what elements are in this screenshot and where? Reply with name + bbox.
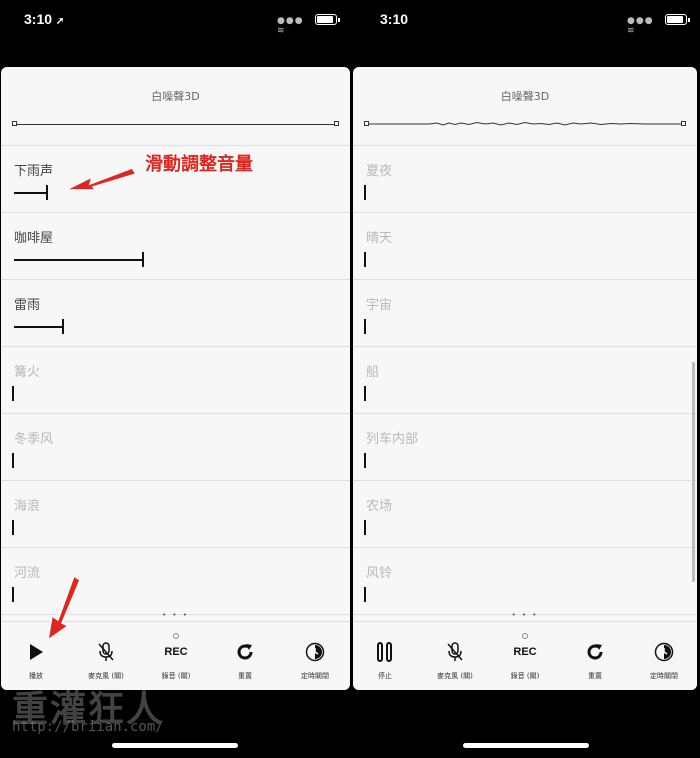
- right-app-screen: 白噪聲3D 夏夜晴天宇宙船列车内部农场风铃 • • • 停止 麥克風 (關) R…: [353, 67, 697, 690]
- stop-label: 停止: [378, 672, 392, 680]
- watermark-url: http://briian.com/: [12, 719, 164, 735]
- sound-label: 下雨声: [14, 164, 54, 179]
- microphone-button[interactable]: 麥克風 (關): [425, 629, 485, 684]
- timer-label: 定時關閉: [650, 672, 678, 680]
- master-volume-min-handle[interactable]: [12, 121, 17, 126]
- sound-label: 咖啡屋: [14, 231, 54, 246]
- scrollbar[interactable]: [692, 362, 695, 582]
- signal-icon: ●●● ≋: [277, 16, 304, 36]
- record-indicator-icon: [173, 633, 179, 639]
- reset-label: 重置: [588, 672, 602, 680]
- refresh-icon: [565, 641, 625, 663]
- battery-icon: [315, 14, 340, 25]
- annotation-arrow-icon: [65, 167, 138, 191]
- sound-row[interactable]: 海浪: [1, 481, 350, 548]
- master-volume-max-handle[interactable]: [681, 121, 686, 126]
- volume-slider-handle[interactable]: [12, 453, 14, 468]
- sound-label: 河流: [14, 566, 41, 581]
- sound-row[interactable]: 雷雨: [1, 280, 350, 347]
- app-title: 白噪聲3D: [500, 90, 550, 103]
- page-indicator: • • •: [511, 611, 539, 619]
- header: 白噪聲3D: [1, 67, 350, 146]
- master-volume-min-handle[interactable]: [364, 121, 369, 126]
- rec-icon: REC: [164, 646, 188, 658]
- battery-icon: [665, 14, 690, 25]
- sound-row[interactable]: 篝火: [1, 347, 350, 414]
- bottom-toolbar: • • • 停止 麥克風 (關) REC 錄音 (關) 重置 定時關閉: [353, 611, 697, 690]
- annotation-arrow-icon: [46, 574, 81, 642]
- reset-button[interactable]: 重置: [215, 629, 275, 684]
- sound-label: 农场: [366, 499, 393, 514]
- volume-slider-track[interactable]: [14, 326, 62, 328]
- sound-label: 列车内部: [366, 432, 419, 447]
- sound-label: 海浪: [14, 499, 41, 514]
- volume-slider-handle[interactable]: [12, 520, 14, 535]
- volume-slider-track[interactable]: [14, 192, 46, 194]
- sound-row[interactable]: 冬季风: [1, 414, 350, 481]
- volume-slider-handle[interactable]: [142, 252, 144, 267]
- sound-label: 晴天: [366, 231, 393, 246]
- sound-label: 雷雨: [14, 298, 41, 313]
- sound-row[interactable]: 风铃: [353, 548, 697, 615]
- reset-label: 重置: [238, 672, 252, 680]
- home-indicator[interactable]: [463, 743, 589, 748]
- sound-label: 冬季风: [14, 432, 54, 447]
- volume-slider-handle[interactable]: [62, 319, 64, 334]
- record-indicator-icon: [522, 633, 528, 639]
- header: 白噪聲3D: [353, 67, 697, 146]
- master-volume-slider[interactable]: [366, 121, 684, 126]
- volume-slider-handle[interactable]: [46, 185, 48, 200]
- sound-row[interactable]: 咖啡屋: [1, 213, 350, 280]
- mic-off-icon: [76, 641, 136, 663]
- annotation-text: 滑動調整音量: [145, 154, 253, 175]
- microphone-button[interactable]: 麥克風 (關): [76, 629, 136, 684]
- status-time-left: 3:10 ➚: [24, 11, 65, 27]
- record-button[interactable]: REC 錄音 (關): [495, 629, 555, 684]
- status-time-right: 3:10: [380, 11, 409, 27]
- sound-row[interactable]: 夏夜: [353, 146, 697, 213]
- timer-icon: [634, 641, 694, 663]
- play-icon: [6, 641, 66, 663]
- volume-slider-handle[interactable]: [364, 386, 366, 401]
- signal-icon: ●●● ≋: [627, 16, 654, 36]
- record-button[interactable]: REC 錄音 (關): [146, 629, 206, 684]
- sound-label: 船: [366, 365, 380, 380]
- timer-icon: [285, 641, 345, 663]
- volume-slider-handle[interactable]: [364, 185, 366, 200]
- volume-slider-handle[interactable]: [364, 587, 366, 602]
- sound-row[interactable]: 宇宙: [353, 280, 697, 347]
- sound-label: 篝火: [14, 365, 41, 380]
- master-volume-max-handle[interactable]: [334, 121, 339, 126]
- volume-slider-handle[interactable]: [364, 520, 366, 535]
- microphone-label: 麥克風 (關): [437, 672, 473, 680]
- volume-slider-track[interactable]: [14, 259, 142, 261]
- record-label: 錄音 (關): [510, 672, 540, 680]
- volume-slider-handle[interactable]: [364, 453, 366, 468]
- mic-off-icon: [425, 641, 485, 663]
- sound-label: 宇宙: [366, 298, 393, 313]
- volume-slider-handle[interactable]: [364, 319, 366, 334]
- home-indicator[interactable]: [112, 743, 238, 748]
- volume-slider-handle[interactable]: [12, 587, 14, 602]
- volume-slider-handle[interactable]: [364, 252, 366, 267]
- timer-button[interactable]: 定時關閉: [285, 629, 345, 684]
- timer-label: 定時關閉: [301, 672, 329, 680]
- master-volume-slider[interactable]: [14, 124, 337, 125]
- status-icons-left: ●●● ≋: [277, 14, 340, 36]
- sound-row[interactable]: 船: [353, 347, 697, 414]
- sound-label: 夏夜: [366, 164, 393, 179]
- volume-slider-handle[interactable]: [12, 386, 14, 401]
- refresh-icon: [215, 641, 275, 663]
- sound-row[interactable]: 晴天: [353, 213, 697, 280]
- sound-row[interactable]: 农场: [353, 481, 697, 548]
- stop-button[interactable]: 停止: [355, 629, 415, 684]
- reset-button[interactable]: 重置: [565, 629, 625, 684]
- timer-button[interactable]: 定時關閉: [634, 629, 694, 684]
- app-title: 白噪聲3D: [151, 90, 200, 103]
- rec-icon: REC: [513, 646, 537, 658]
- sound-label: 风铃: [366, 566, 393, 581]
- pause-icon: [355, 641, 415, 663]
- status-icons-right: ●●● ≋: [627, 14, 690, 36]
- sound-row[interactable]: 列车内部: [353, 414, 697, 481]
